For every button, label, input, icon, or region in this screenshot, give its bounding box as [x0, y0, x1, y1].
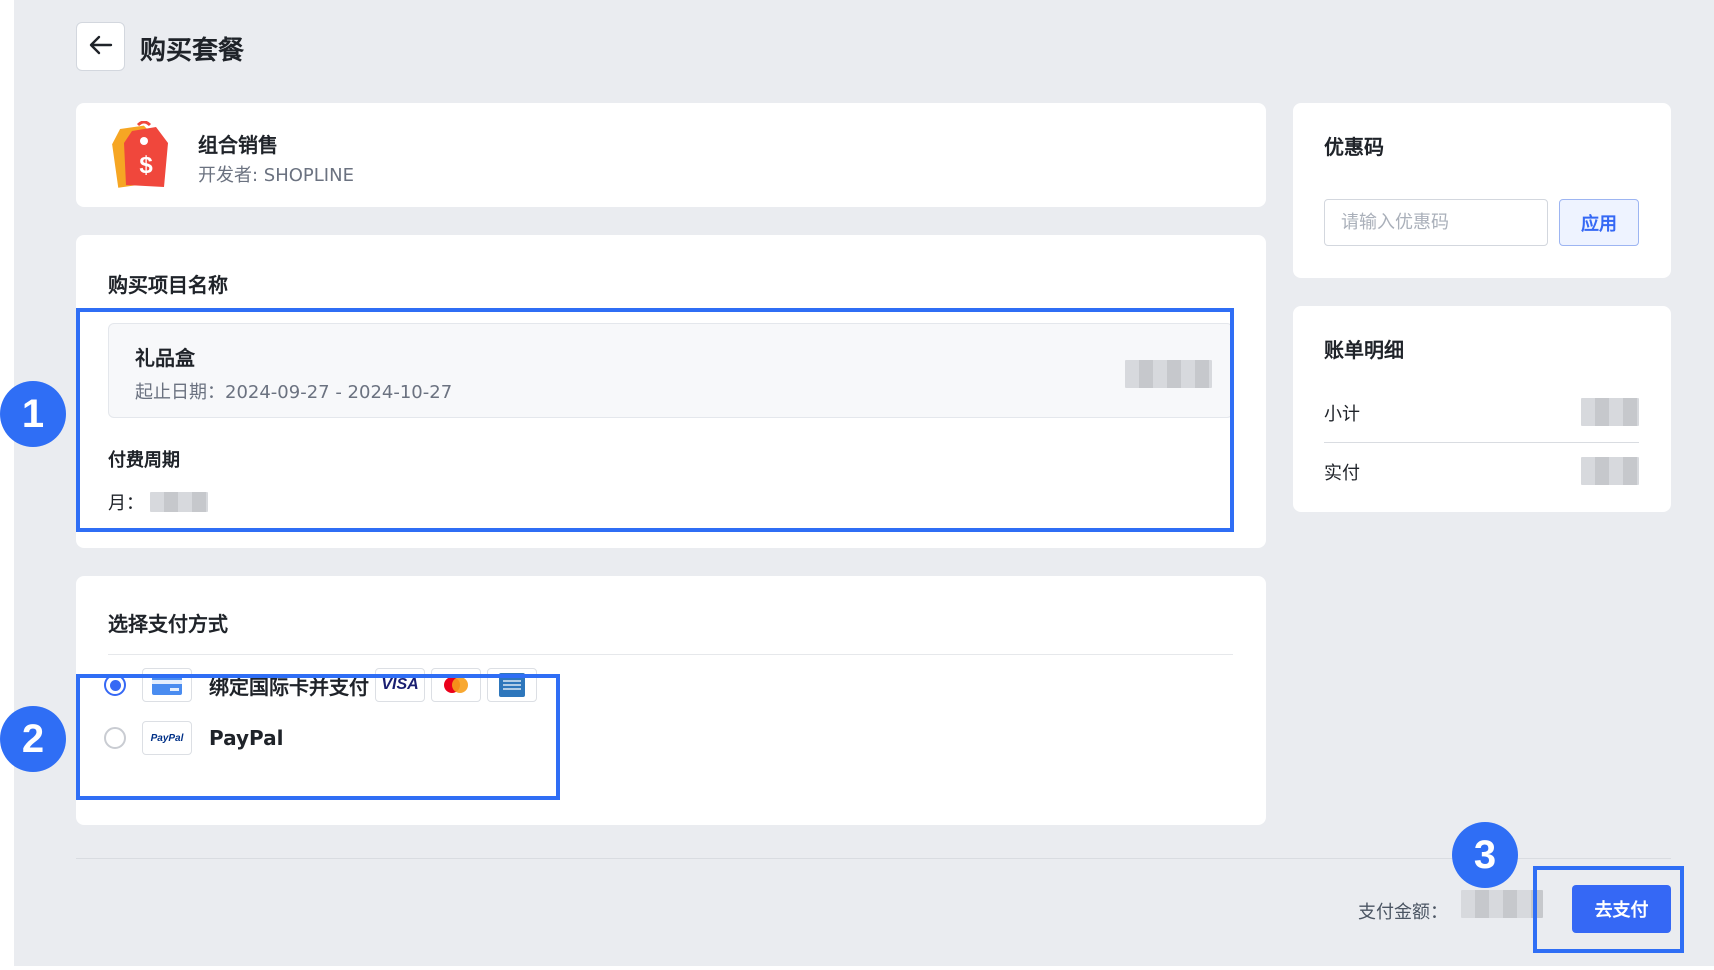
- visa-logo: VISA: [375, 668, 425, 702]
- item-name: 礼品盒: [135, 346, 195, 370]
- payment-option-label: 绑定国际卡并支付: [209, 674, 369, 699]
- paypal-logo-icon: PayPal: [142, 721, 192, 755]
- app-window: 购买套餐 $ 组合销售 开发者: SHOPLINE 购买项目名称 礼品盒 起止日…: [14, 0, 1714, 966]
- back-button[interactable]: [76, 22, 125, 71]
- purchase-item-box: 礼品盒 起止日期：2024-09-27 - 2024-10-27: [108, 323, 1233, 418]
- go-pay-button[interactable]: 去支付: [1572, 885, 1671, 933]
- step-marker-3: 3: [1452, 822, 1518, 888]
- pay-amount-redacted: [1461, 890, 1543, 918]
- radio-card[interactable]: [104, 674, 126, 696]
- purchase-section-title: 购买项目名称: [108, 273, 228, 297]
- bill-details-card: 账单明细 小计 实付: [1293, 306, 1671, 512]
- divider: [1324, 442, 1639, 443]
- radio-paypal[interactable]: [104, 727, 126, 749]
- page-title: 购买套餐: [140, 36, 245, 66]
- purchase-item-card: 购买项目名称 礼品盒 起止日期：2024-09-27 - 2024-10-27 …: [76, 235, 1266, 548]
- payment-method-card: 选择支付方式 绑定国际卡并支付 VISA PayPal PayPal: [76, 576, 1266, 825]
- total-label: 实付: [1324, 463, 1360, 484]
- billing-cycle-value: 月：: [108, 489, 208, 515]
- app-developer: 开发者: SHOPLINE: [198, 165, 354, 186]
- arrow-left-icon: [89, 35, 113, 59]
- subtotal-label: 小计: [1324, 404, 1360, 425]
- coupon-title: 优惠码: [1324, 135, 1384, 159]
- footer-divider: [76, 858, 1671, 859]
- billing-cycle-prefix: 月：: [108, 493, 144, 514]
- bill-title: 账单明细: [1324, 338, 1404, 362]
- app-name: 组合销售: [198, 133, 278, 157]
- mastercard-icon: [431, 668, 481, 702]
- amex-icon: [487, 668, 537, 702]
- credit-card-icon: [142, 668, 192, 702]
- subtotal-value-redacted: [1581, 398, 1639, 426]
- step-marker-1: 1: [0, 381, 66, 447]
- coupon-input[interactable]: [1324, 199, 1548, 246]
- billing-cycle-label: 付费周期: [108, 450, 180, 471]
- payment-section-title: 选择支付方式: [108, 612, 228, 636]
- coupon-card: 优惠码 应用: [1293, 103, 1671, 278]
- shopping-tag-dollar-icon: $: [106, 120, 174, 191]
- app-info-card: $ 组合销售 开发者: SHOPLINE: [76, 103, 1266, 207]
- item-dates: 起止日期：2024-09-27 - 2024-10-27: [135, 382, 453, 403]
- payment-option-label: PayPal: [209, 726, 284, 750]
- payment-option-card[interactable]: 绑定国际卡并支付 VISA: [104, 668, 537, 702]
- item-price-redacted: [1125, 360, 1212, 388]
- total-value-redacted: [1581, 457, 1639, 485]
- apply-coupon-button[interactable]: 应用: [1559, 199, 1639, 246]
- divider: [108, 654, 1233, 655]
- pay-amount-label: 支付金额：: [1358, 902, 1448, 923]
- svg-text:$: $: [139, 152, 153, 179]
- billing-cycle-redacted: [150, 492, 208, 512]
- step-marker-2: 2: [0, 706, 66, 772]
- payment-option-paypal[interactable]: PayPal PayPal: [104, 721, 284, 755]
